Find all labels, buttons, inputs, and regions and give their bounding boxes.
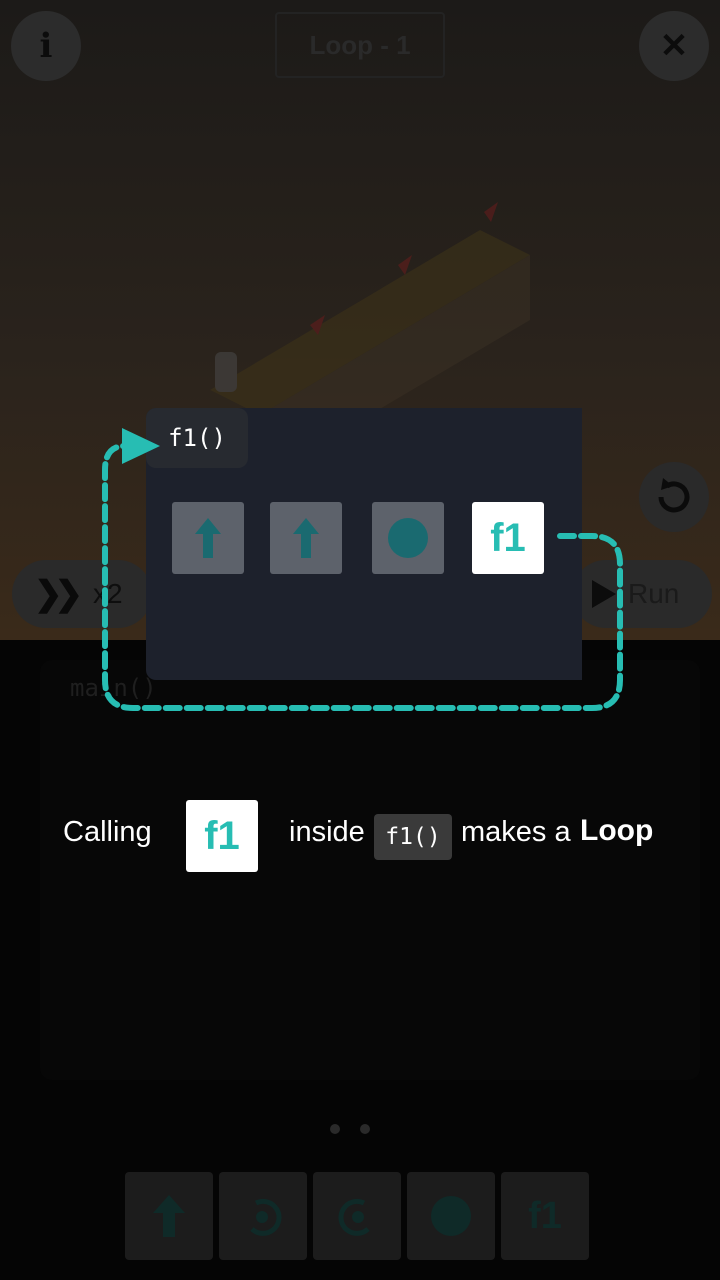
loop-arrowhead-icon xyxy=(122,428,160,464)
caption-f1-block: f1 xyxy=(186,800,258,872)
tutorial-caption: Calling f1 inside f1() makes a Loop xyxy=(0,800,720,872)
caption-inside: inside xyxy=(289,816,365,848)
caption-f1-label: f1 xyxy=(204,813,240,858)
caption-code: f1() xyxy=(374,814,452,860)
loop-dashed-line xyxy=(102,443,623,711)
caption-loop: Loop xyxy=(580,814,654,847)
caption-makes: makes a xyxy=(461,816,571,848)
loop-arrow xyxy=(102,428,623,711)
caption-calling: Calling xyxy=(63,816,152,848)
